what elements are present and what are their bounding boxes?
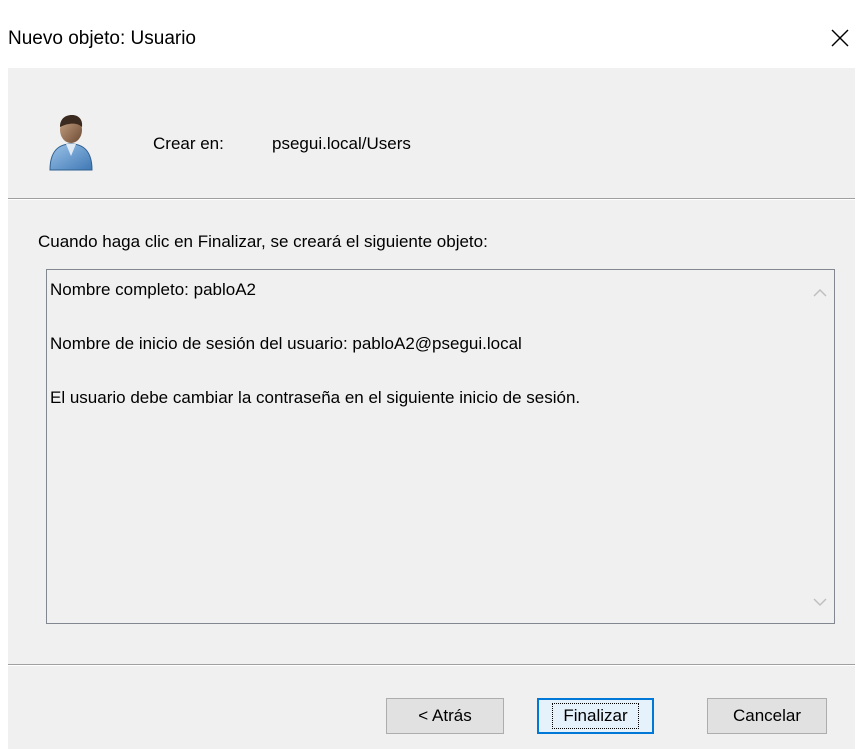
finish-button[interactable]: Finalizar — [537, 698, 654, 734]
separator — [8, 198, 855, 200]
title-bar: Nuevo objeto: Usuario — [0, 0, 863, 68]
scroll-up-button[interactable] — [806, 276, 834, 310]
user-icon — [49, 115, 93, 171]
cancel-button[interactable]: Cancelar — [707, 698, 827, 734]
close-icon — [831, 29, 849, 47]
close-button[interactable] — [817, 14, 863, 62]
dialog-body: Crear en: psegui.local/Users Cuando haga… — [8, 68, 855, 749]
create-in-label: Crear en: — [153, 134, 224, 153]
chevron-down-icon — [813, 598, 827, 607]
summary-password-note: El usuario debe cambiar la contraseña en… — [50, 388, 581, 407]
summary-textbox[interactable]: Nombre completo: pabloA2 Nombre de inici… — [46, 269, 835, 624]
summary-full-name: Nombre completo: pabloA2 — [50, 280, 257, 299]
new-user-dialog: Nuevo objeto: Usuario Crear en: psegui.l… — [0, 0, 863, 749]
scroll-down-button[interactable] — [806, 585, 834, 619]
create-in-value: psegui.local/Users — [272, 134, 411, 153]
separator — [8, 664, 855, 666]
instruction-text: Cuando haga clic en Finalizar, se creará… — [38, 232, 488, 251]
chevron-up-icon — [813, 288, 827, 297]
summary-logon-name: Nombre de inicio de sesión del usuario: … — [50, 334, 522, 353]
summary-content: Nombre completo: pabloA2 Nombre de inici… — [50, 279, 790, 441]
back-button[interactable]: < Atrás — [386, 698, 504, 734]
finish-button-label: Finalizar — [552, 703, 639, 729]
window-title: Nuevo objeto: Usuario — [8, 28, 196, 49]
vertical-scrollbar[interactable] — [806, 270, 834, 623]
